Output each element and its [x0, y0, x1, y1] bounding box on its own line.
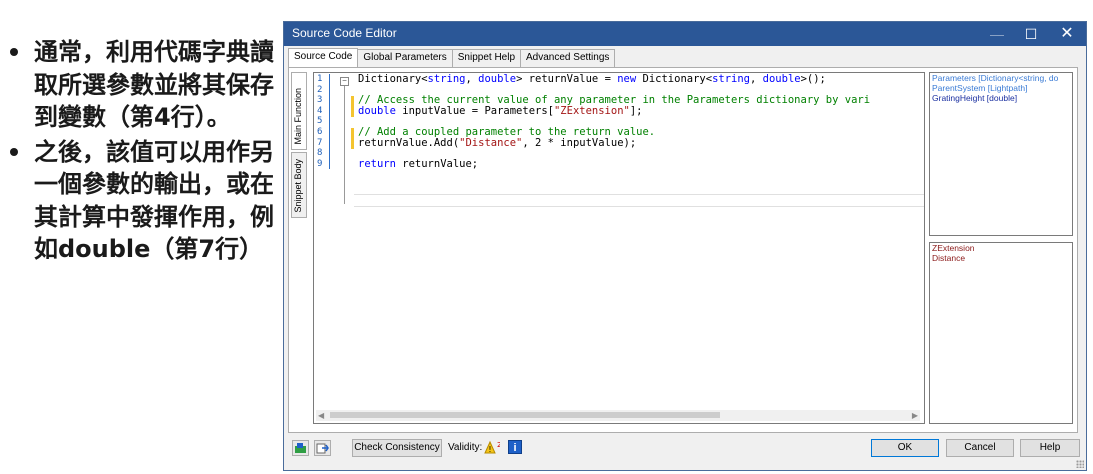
warning-icon[interactable]: ! 2 — [484, 440, 500, 456]
bullet-dot — [10, 147, 18, 156]
maximize-button[interactable]: ☐ — [1014, 22, 1048, 46]
line-number: 7 — [317, 137, 323, 148]
code-token: , — [750, 73, 763, 85]
code-token: >(); — [800, 73, 826, 85]
tab-global-parameters[interactable]: Global Parameters — [357, 49, 453, 68]
tab-strip: Source Code Global Parameters Snippet He… — [288, 48, 616, 68]
current-line-highlight — [354, 194, 924, 207]
code-token: "ZExtension" — [553, 104, 630, 117]
bullet-text: 通常，利用代碼字典讀取所選參數並將其保存到變數（第4行）。 — [34, 38, 274, 131]
close-button[interactable]: ✕ — [1050, 22, 1084, 46]
bullet-dot — [10, 48, 18, 56]
fold-toggle-icon[interactable]: − — [340, 77, 349, 86]
code-line: double inputValue = Parameters["ZExtensi… — [358, 104, 924, 117]
info-icon[interactable]: i — [508, 440, 522, 454]
line-number: 9 — [317, 158, 323, 169]
line-number: 1 — [317, 74, 323, 84]
resize-grip[interactable] — [1076, 460, 1084, 468]
change-marker — [351, 96, 354, 117]
scroll-left-icon[interactable]: ◀ — [318, 410, 324, 421]
help-button[interactable]: Help — [1020, 439, 1080, 457]
code-token: double — [478, 73, 517, 85]
line-number: 8 — [317, 148, 323, 159]
scrollbar-thumb[interactable] — [330, 412, 720, 418]
line-number: 2 — [317, 84, 323, 95]
code-token: new — [617, 73, 637, 85]
code-token: ]; — [629, 104, 643, 117]
horizontal-scrollbar[interactable]: ◀ ▶ — [316, 410, 920, 421]
tab-source-code[interactable]: Source Code — [288, 48, 359, 68]
code-token: , 2 * inputValue); — [522, 136, 637, 149]
bullet-item: 通常，利用代碼字典讀取所選參數並將其保存到變數（第4行）。 — [6, 36, 274, 134]
parameters-list[interactable]: Parameters [Dictionary<string, do ParentS… — [929, 72, 1073, 236]
warning-count: 2 — [497, 441, 500, 449]
parameter-item[interactable]: ParentSystem [Lightpath] — [930, 83, 1072, 93]
code-token: string — [712, 73, 750, 85]
export-button[interactable] — [314, 440, 331, 456]
slide-bullet-list: 通常，利用代碼字典讀取所選參數並將其保存到變數（第4行）。 之後，該值可以用作另… — [6, 36, 274, 266]
line-number: 5 — [317, 116, 323, 127]
validity-label: Validity: — [448, 442, 483, 453]
output-parameters-list[interactable]: ZExtension Distance — [929, 242, 1073, 424]
side-tab-label: Main Function — [293, 88, 303, 145]
code-token: returnValue.Add( — [358, 136, 460, 149]
line-number: 6 — [317, 126, 323, 137]
output-item[interactable]: Distance — [930, 253, 1072, 263]
line-number: 4 — [317, 105, 323, 116]
import-icon — [295, 443, 306, 453]
bullet-text: 之後，該值可以用作另一個參數的輸出，或在其計算中發揮作用，例如double（第7… — [34, 137, 274, 264]
tab-advanced-settings[interactable]: Advanced Settings — [520, 49, 616, 68]
side-tab-label: Snippet Body — [293, 159, 303, 213]
source-code-panel: Main Function Snippet Body 123456789 − D… — [288, 67, 1078, 433]
code-line: Dictionary<string, double> returnValue =… — [358, 74, 924, 85]
side-tab-snippet-body[interactable]: Snippet Body — [291, 152, 307, 218]
window-title: Source Code Editor — [292, 26, 397, 40]
code-token: "Distance" — [459, 136, 523, 149]
minimize-button[interactable]: — — [980, 22, 1014, 46]
change-marker — [351, 128, 354, 149]
side-tab-strip: Main Function Snippet Body — [291, 72, 309, 220]
code-token: inputValue = Parameters[ — [395, 104, 554, 117]
fold-guide — [344, 86, 345, 204]
code-token: return — [358, 157, 396, 170]
code-text: Dictionary<string, double> returnValue =… — [358, 74, 924, 169]
code-token: Dictionary< — [636, 73, 713, 85]
output-item[interactable]: ZExtension — [930, 243, 1072, 253]
source-code-editor-window: Source Code Editor — ☐ ✕ Source Code Glo… — [283, 21, 1087, 471]
code-line: return returnValue; — [358, 157, 924, 170]
side-tab-main-function[interactable]: Main Function — [291, 72, 307, 150]
tab-snippet-help[interactable]: Snippet Help — [451, 49, 522, 68]
import-button[interactable] — [292, 440, 309, 456]
line-number-gutter: 123456789 — [315, 74, 330, 170]
export-icon — [316, 443, 329, 454]
code-token: returnValue; — [395, 157, 479, 170]
scroll-right-icon[interactable]: ▶ — [912, 410, 918, 421]
code-token: double — [762, 73, 801, 85]
code-token: string — [427, 73, 466, 85]
bullet-item: 之後，該值可以用作另一個參數的輸出，或在其計算中發揮作用，例如double（第7… — [6, 136, 274, 266]
code-token: double — [358, 104, 396, 117]
cancel-button[interactable]: Cancel — [946, 439, 1014, 457]
ok-button[interactable]: OK — [871, 439, 939, 457]
svg-text:!: ! — [488, 445, 491, 454]
parameter-item[interactable]: GratingHeight [double] — [930, 93, 1072, 103]
parameter-item[interactable]: Parameters [Dictionary<string, do — [930, 73, 1072, 83]
code-line: returnValue.Add("Distance", 2 * inputVal… — [358, 136, 924, 149]
line-number: 3 — [317, 95, 323, 106]
title-bar[interactable]: Source Code Editor — ☐ ✕ — [284, 22, 1086, 46]
check-consistency-button[interactable]: Check Consistency — [352, 439, 442, 457]
code-token: , — [465, 73, 479, 85]
code-token: > returnValue = — [516, 73, 618, 85]
code-editor[interactable]: 123456789 − Dictionary<string, double> r… — [313, 72, 925, 424]
code-token: Dictionary< — [358, 73, 428, 85]
